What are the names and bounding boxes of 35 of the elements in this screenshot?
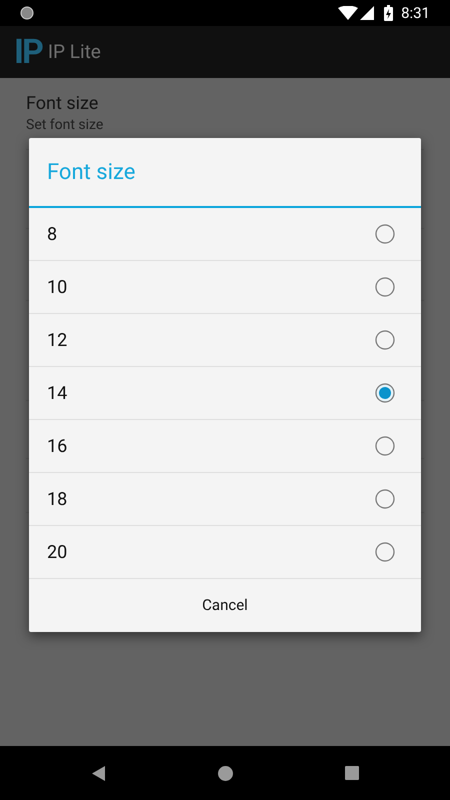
option-row[interactable]: 20 xyxy=(29,526,421,579)
option-label: 12 xyxy=(47,328,68,352)
notification-icon xyxy=(20,6,34,20)
option-row[interactable]: 10 xyxy=(29,261,421,314)
back-icon[interactable] xyxy=(92,766,106,780)
option-row[interactable]: 12 xyxy=(29,314,421,367)
option-row[interactable]: 16 xyxy=(29,420,421,473)
signal-icon xyxy=(360,6,374,20)
radio-button[interactable] xyxy=(374,382,396,404)
option-label: 10 xyxy=(47,276,68,300)
radio-button[interactable] xyxy=(374,223,396,245)
option-label: 14 xyxy=(47,382,68,406)
app-title: IP Lite xyxy=(48,38,101,65)
radio-button[interactable] xyxy=(374,276,396,298)
preference-summary: Set font size xyxy=(26,116,104,135)
cancel-button[interactable]: Cancel xyxy=(190,586,260,625)
radio-button[interactable] xyxy=(374,329,396,351)
option-row[interactable]: 8 xyxy=(29,208,421,261)
battery-icon xyxy=(384,5,394,21)
radio-button[interactable] xyxy=(374,488,396,510)
wifi-icon xyxy=(338,6,358,20)
option-label: 8 xyxy=(47,222,58,246)
radio-button[interactable] xyxy=(374,541,396,563)
app-logo: IP xyxy=(14,35,42,69)
option-label: 16 xyxy=(47,434,68,458)
preference-title: Font size xyxy=(26,93,100,115)
option-row[interactable]: 18 xyxy=(29,473,421,526)
option-label: 20 xyxy=(47,540,68,564)
radio-button[interactable] xyxy=(374,435,396,457)
clock-time: 8:31 xyxy=(401,2,430,24)
option-label: 18 xyxy=(47,488,68,512)
home-icon[interactable] xyxy=(218,766,232,780)
option-row[interactable]: 14 xyxy=(29,367,421,420)
recents-icon[interactable] xyxy=(344,766,358,780)
dialog-title: Font size xyxy=(47,158,136,186)
